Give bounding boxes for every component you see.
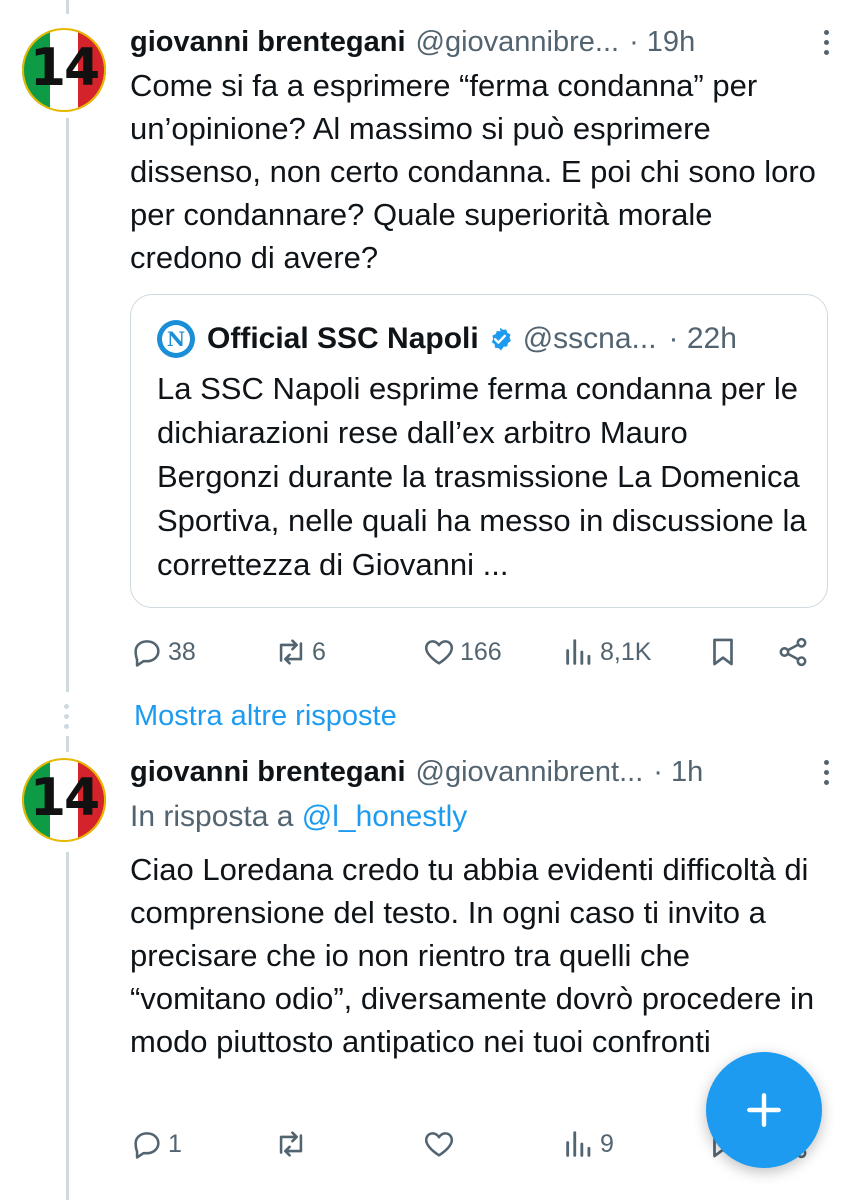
reply-count: 38 [168, 637, 196, 666]
quoted-tweet[interactable]: N Official SSC Napoli @sscna... · 22h La… [130, 294, 828, 608]
repost-icon [279, 1131, 303, 1157]
views-button[interactable]: 9 [562, 1124, 614, 1164]
share-button[interactable] [776, 632, 810, 672]
quoted-tweet-text: La SSC Napoli esprime ferma condanna per… [157, 371, 807, 582]
repost-count: 6 [312, 637, 326, 666]
reply-context: In risposta a @l_honestly [130, 800, 467, 834]
like-button[interactable] [422, 1124, 456, 1164]
views-icon [566, 1131, 591, 1157]
verified-icon [491, 327, 511, 351]
show-more-replies-link[interactable]: Mostra altre risposte [134, 700, 397, 733]
like-icon [424, 640, 454, 665]
author-name[interactable]: giovanni brentegani [130, 26, 406, 59]
avatar[interactable]: 14 [22, 28, 106, 112]
repost-button[interactable] [274, 1124, 308, 1164]
repost-icon [279, 639, 303, 665]
like-count: 166 [460, 637, 502, 666]
avatar[interactable]: 14 [22, 758, 106, 842]
tweet-time[interactable]: · 1h [653, 756, 703, 789]
author-handle[interactable]: @giovannibrent... [416, 756, 644, 789]
avatar-number: 14 [29, 38, 100, 98]
tweet-time[interactable]: · 19h [629, 26, 695, 59]
compose-plus-icon [747, 1093, 781, 1127]
author-handle[interactable]: @giovannibre... [416, 26, 620, 59]
tweet-text: Come si fa a esprimere “ferma condanna” … [130, 68, 816, 275]
tweet-header: giovanni brentegani @giovannibre... · 19… [130, 22, 836, 62]
bookmark-button[interactable] [706, 632, 740, 672]
tweet-text: Ciao Loredana credo tu abbia evidenti di… [130, 852, 815, 1059]
tweet-header: giovanni brentegani @giovannibrent... · … [130, 752, 836, 792]
views-button[interactable]: 8,1K [562, 632, 651, 672]
more-icon[interactable] [816, 24, 836, 60]
quoted-author-handle: @sscna... [522, 322, 657, 355]
thread-line-tweet1 [66, 118, 69, 692]
repost-button[interactable]: 6 [274, 632, 326, 672]
tweet-actions: 38 6 166 8,1K [130, 632, 830, 672]
compose-button[interactable] [706, 1052, 822, 1168]
avatar-number: 14 [29, 768, 100, 828]
share-icon [779, 637, 807, 667]
bookmark-icon [713, 638, 733, 666]
thread-line-top [66, 0, 69, 14]
reply-icon [134, 1132, 160, 1159]
author-name[interactable]: giovanni brentegani [130, 756, 406, 789]
like-icon [424, 1132, 454, 1157]
reply-mention-link[interactable]: @l_honestly [302, 800, 468, 833]
like-button[interactable]: 166 [422, 632, 502, 672]
reply-button[interactable]: 38 [130, 632, 196, 672]
reply-icon [134, 640, 160, 667]
quoted-tweet-header: N Official SSC Napoli @sscna... · 22h [157, 319, 803, 359]
views-count: 9 [600, 1129, 614, 1158]
reply-count: 1 [168, 1129, 182, 1158]
reply-prefix: In risposta a [130, 800, 294, 833]
views-icon [566, 639, 591, 665]
thread-line-tweet2 [66, 852, 69, 1200]
views-count: 8,1K [600, 637, 652, 666]
quoted-tweet-time: · 22h [668, 322, 737, 355]
thread-line-connector [66, 736, 69, 752]
more-icon[interactable] [816, 754, 836, 790]
reply-button[interactable]: 1 [130, 1124, 182, 1164]
quoted-author-name: Official SSC Napoli [207, 322, 479, 355]
napoli-logo-icon: N [157, 320, 195, 358]
